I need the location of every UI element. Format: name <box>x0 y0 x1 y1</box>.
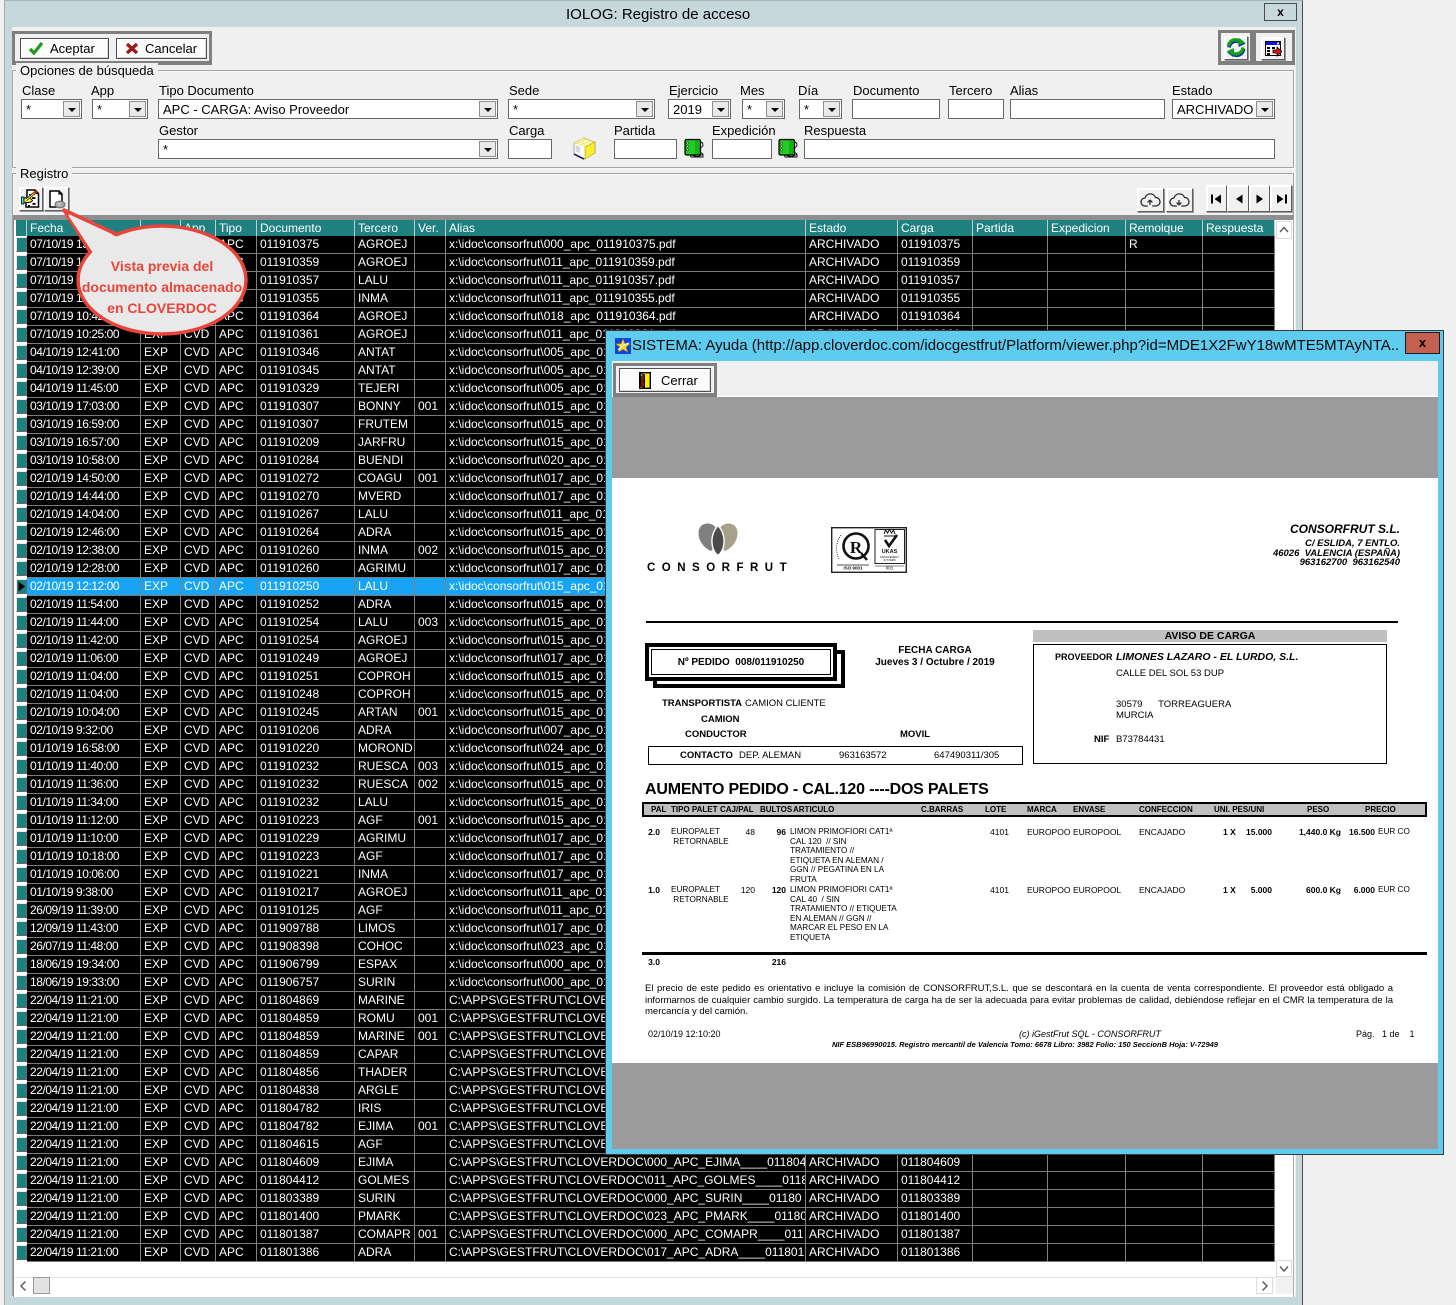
svg-text:ISO 9001: ISO 9001 <box>843 566 863 571</box>
svg-text:UKAS: UKAS <box>882 549 898 555</box>
svg-text:SYSTEMS: SYSTEMS <box>883 558 896 562</box>
